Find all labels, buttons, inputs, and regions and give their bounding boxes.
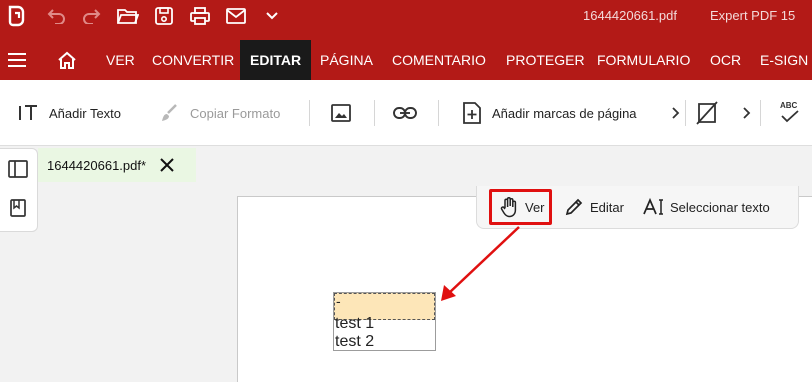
edit-mode-button[interactable]: Editar: [563, 193, 624, 221]
ribbon-tab-bar: VER CONVERTIR EDITAR PÁGINA COMENTARIO P…: [0, 32, 812, 80]
insert-image-button[interactable]: [329, 99, 361, 127]
chevron-right-icon: [735, 101, 759, 125]
open-folder-icon[interactable]: [116, 4, 140, 28]
tab-formulario[interactable]: FORMULARIO: [587, 40, 700, 80]
listbox-item[interactable]: test 1: [335, 315, 374, 333]
app-window: 1644420661.pdf Expert PDF 15 VER CONVERT…: [0, 0, 812, 382]
bookmark-panel-icon[interactable]: [7, 197, 29, 219]
checkmark-icon: [780, 110, 800, 127]
add-text-label: Añadir Texto: [49, 105, 122, 121]
more-tools-chevron-2[interactable]: [735, 99, 767, 127]
crossed-page-icon: [695, 101, 719, 125]
add-bookmarks-label: Añadir marcas de página: [492, 105, 637, 121]
add-page-icon: [460, 101, 484, 125]
toolbar-divider: [438, 100, 439, 126]
listbox-field[interactable]: - test 1 test 2: [333, 292, 436, 351]
link-icon: [393, 101, 417, 125]
add-link-button[interactable]: [393, 99, 425, 127]
toolbar-divider: [309, 100, 310, 126]
document-tab-label: 1644420661.pdf*: [47, 157, 147, 173]
left-side-rail: [0, 148, 38, 232]
pencil-icon: [563, 196, 585, 218]
tab-pagina[interactable]: PÁGINA: [310, 40, 383, 80]
select-text-mode-button[interactable]: Seleccionar texto: [643, 193, 770, 221]
close-icon[interactable]: [158, 156, 176, 174]
document-title: 1644420661.pdf: [583, 8, 677, 23]
add-text-icon: [17, 101, 41, 125]
copy-format-button[interactable]: Copiar Formato: [158, 99, 280, 127]
annotation-highlight-box: [489, 189, 552, 225]
editar-toolbar: Añadir Texto Copiar Formato Añadir marca…: [0, 80, 812, 146]
toolbar-divider: [760, 100, 761, 126]
more-tools-chevron[interactable]: [664, 99, 696, 127]
select-text-mode-label: Seleccionar texto: [670, 199, 770, 215]
copy-format-label: Copiar Formato: [190, 105, 281, 121]
add-bookmarks-button[interactable]: Añadir marcas de página: [460, 99, 637, 127]
home-icon[interactable]: [55, 48, 79, 72]
brush-icon: [158, 101, 182, 125]
undo-icon[interactable]: [44, 4, 68, 28]
listbox-item[interactable]: test 2: [335, 333, 374, 351]
tab-ocr[interactable]: OCR: [700, 40, 751, 80]
tab-e-sign[interactable]: E-SIGN: [750, 40, 812, 80]
print-icon[interactable]: [188, 4, 212, 28]
document-tab[interactable]: 1644420661.pdf*: [38, 148, 196, 182]
tab-comentario[interactable]: COMENTARIO: [382, 40, 496, 80]
toggle-sidebar-icon[interactable]: [7, 158, 29, 180]
image-icon: [329, 101, 353, 125]
toolbar-divider: [374, 100, 375, 126]
tab-proteger[interactable]: PROTEGER: [496, 40, 595, 80]
save-icon[interactable]: [152, 4, 176, 28]
redo-icon[interactable]: [80, 4, 104, 28]
hide-annotations-button[interactable]: [695, 99, 727, 127]
app-logo-icon[interactable]: [4, 4, 28, 28]
toolbar-divider: [685, 100, 686, 126]
hamburger-menu-icon[interactable]: [5, 48, 29, 72]
chevron-down-icon[interactable]: [260, 4, 284, 28]
tab-ver[interactable]: VER: [96, 40, 145, 80]
tab-editar[interactable]: EDITAR: [240, 40, 312, 80]
add-text-button[interactable]: Añadir Texto: [17, 99, 121, 127]
title-bar: 1644420661.pdf Expert PDF 15: [0, 0, 812, 32]
spell-check-text: ABC: [780, 101, 798, 110]
text-cursor-icon: [643, 196, 665, 218]
app-title: Expert PDF 15: [710, 8, 796, 23]
spell-check-button[interactable]: ABC: [780, 101, 800, 129]
mail-icon[interactable]: [224, 4, 248, 28]
edit-mode-label: Editar: [590, 199, 624, 215]
tab-convertir[interactable]: CONVERTIR: [142, 40, 244, 80]
